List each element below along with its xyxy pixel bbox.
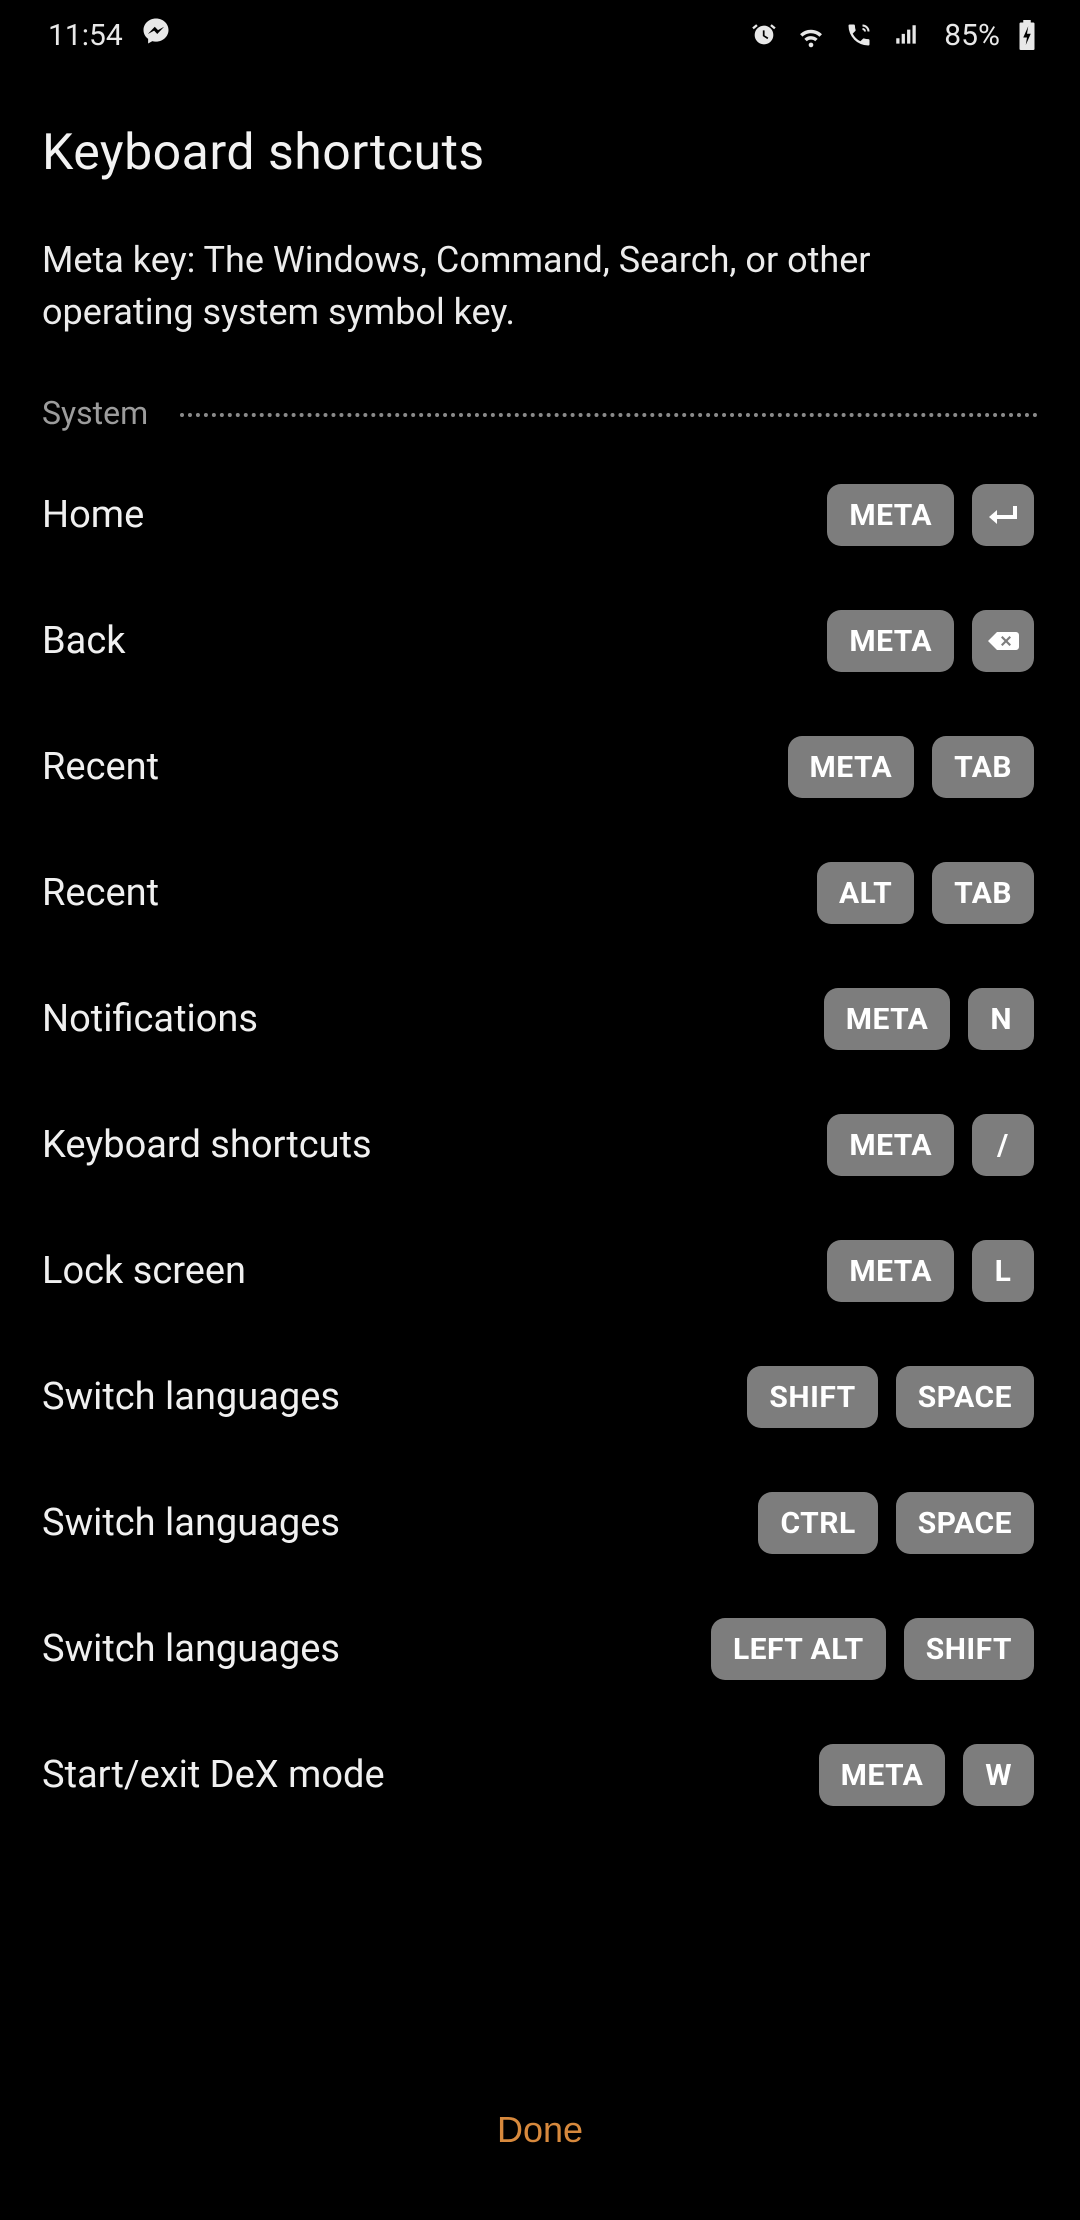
shortcut-keys: SHIFT SPACE xyxy=(747,1366,1034,1428)
key-cap: N xyxy=(968,988,1034,1050)
key-cap: SHIFT xyxy=(747,1366,877,1428)
key-cap: LEFT ALT xyxy=(711,1618,886,1680)
key-cap: META xyxy=(788,736,915,798)
key-cap: / xyxy=(972,1114,1034,1176)
wifi-calling-icon xyxy=(844,21,874,49)
key-cap: META xyxy=(819,1744,946,1806)
key-cap: TAB xyxy=(932,862,1034,924)
key-cap: SHIFT xyxy=(904,1618,1034,1680)
shortcut-name: Start/exit DeX mode xyxy=(42,1753,385,1797)
key-cap: META xyxy=(827,610,954,672)
shortcut-row: Switch languages CTRL SPACE xyxy=(42,1460,1038,1586)
key-cap: META xyxy=(827,1114,954,1176)
shortcut-name: Switch languages xyxy=(42,1375,340,1419)
key-cap: SPACE xyxy=(896,1366,1034,1428)
wifi-icon xyxy=(796,21,826,49)
done-button[interactable]: Done xyxy=(497,2109,583,2151)
status-time: 11:54 xyxy=(48,18,123,53)
shortcut-row: Switch languages LEFT ALT SHIFT xyxy=(42,1586,1038,1712)
shortcut-list[interactable]: Home META Back META Recent META TAB Recent ALT TA… xyxy=(42,452,1038,1838)
shortcut-row: Recent META TAB xyxy=(42,704,1038,830)
shortcut-name: Home xyxy=(42,493,144,537)
shortcut-keys: CTRL SPACE xyxy=(758,1492,1034,1554)
shortcut-row: Lock screen META L xyxy=(42,1208,1038,1334)
shortcut-name: Back xyxy=(42,619,126,663)
shortcut-row: Keyboard shortcuts META / xyxy=(42,1082,1038,1208)
section-divider xyxy=(180,413,1038,417)
shortcut-keys: META / xyxy=(827,1114,1034,1176)
shortcut-row: Switch languages SHIFT SPACE xyxy=(42,1334,1038,1460)
page-subtitle: Meta key: The Windows, Command, Search, … xyxy=(42,234,992,338)
shortcut-row: Notifications META N xyxy=(42,956,1038,1082)
shortcut-row: Recent ALT TAB xyxy=(42,830,1038,956)
key-cap: META xyxy=(827,1240,954,1302)
shortcut-row: Home META xyxy=(42,452,1038,578)
shortcut-keys: META xyxy=(827,484,1034,546)
alarm-icon xyxy=(750,21,778,49)
key-cap: SPACE xyxy=(896,1492,1034,1554)
shortcut-name: Lock screen xyxy=(42,1249,246,1293)
messenger-icon xyxy=(141,16,171,54)
status-left: 11:54 xyxy=(48,16,171,54)
battery-charging-icon xyxy=(1018,20,1036,50)
footer-bar: Done xyxy=(0,2040,1080,2220)
shortcut-keys: META L xyxy=(827,1240,1034,1302)
signal-icon xyxy=(892,22,920,48)
key-cap: ALT xyxy=(817,862,914,924)
shortcut-keys: ALT TAB xyxy=(817,862,1034,924)
shortcut-name: Recent xyxy=(42,745,159,789)
page-title: Keyboard shortcuts xyxy=(42,124,1038,182)
status-bar: 11:54 85% xyxy=(0,0,1080,70)
shortcut-keys: META xyxy=(827,610,1034,672)
content-area: Keyboard shortcuts Meta key: The Windows… xyxy=(0,70,1080,2040)
section-header-system: System xyxy=(42,394,1038,432)
status-right: 85% xyxy=(750,18,1036,53)
section-label: System xyxy=(42,394,148,432)
key-cap: META xyxy=(827,484,954,546)
backspace-key-icon xyxy=(972,610,1034,672)
key-cap: TAB xyxy=(932,736,1034,798)
shortcut-keys: META W xyxy=(819,1744,1034,1806)
shortcut-keys: LEFT ALT SHIFT xyxy=(711,1618,1034,1680)
shortcut-name: Recent xyxy=(42,871,159,915)
battery-percentage: 85% xyxy=(944,18,1000,53)
key-cap: W xyxy=(963,1744,1034,1806)
shortcut-name: Switch languages xyxy=(42,1627,340,1671)
enter-key-icon xyxy=(972,484,1034,546)
shortcut-row: Back META xyxy=(42,578,1038,704)
key-cap: META xyxy=(824,988,951,1050)
shortcut-keys: META N xyxy=(824,988,1034,1050)
shortcut-name: Keyboard shortcuts xyxy=(42,1123,372,1167)
shortcut-keys: META TAB xyxy=(788,736,1034,798)
shortcut-row: Start/exit DeX mode META W xyxy=(42,1712,1038,1838)
key-cap: CTRL xyxy=(758,1492,877,1554)
shortcut-name: Switch languages xyxy=(42,1501,340,1545)
key-cap: L xyxy=(972,1240,1034,1302)
shortcut-name: Notifications xyxy=(42,997,258,1041)
